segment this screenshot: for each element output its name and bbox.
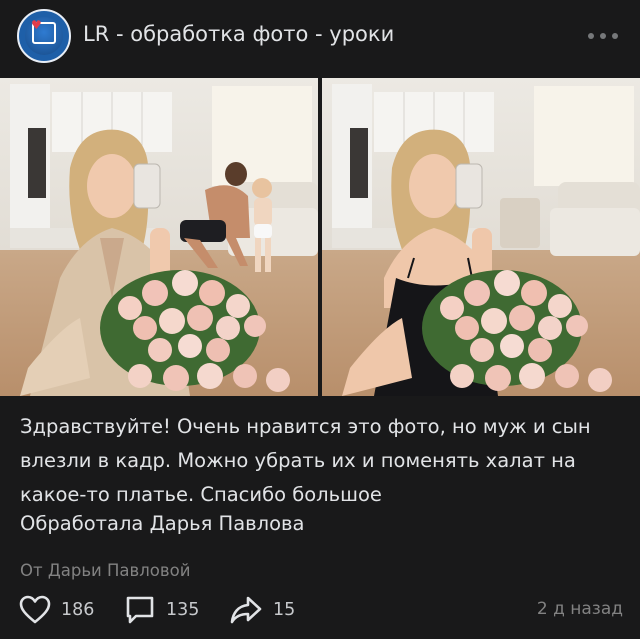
share-icon	[230, 596, 262, 624]
post-text: Здравствуйте! Очень нравится это фото, н…	[20, 415, 591, 506]
edited-by-line: Обработала Дарья Павлова	[20, 512, 305, 535]
group-name[interactable]: LR - обработка фото - уроки	[83, 22, 394, 46]
comment-icon	[126, 596, 154, 624]
post-time[interactable]: 2 д назад	[537, 599, 623, 619]
signed-by[interactable]: От Дарьи Павловой	[20, 561, 190, 580]
like-button[interactable]: 186	[19, 592, 94, 628]
heart-icon	[19, 595, 51, 624]
edited-photo[interactable]	[322, 78, 640, 396]
heart-icon: ♥	[31, 18, 42, 32]
more-options-icon[interactable]	[588, 33, 618, 39]
share-count: 15	[273, 600, 296, 620]
original-photo[interactable]	[0, 78, 318, 396]
group-avatar[interactable]: ♥	[17, 9, 71, 63]
share-button[interactable]: 15	[229, 592, 295, 628]
post-actions: 186 135 15 2 д назад	[0, 592, 640, 628]
comment-count: 135	[166, 600, 200, 620]
photo-gallery	[0, 78, 640, 396]
like-count: 186	[61, 600, 95, 620]
comment-button[interactable]: 135	[124, 592, 199, 628]
post-header: ♥ LR - обработка фото - уроки	[0, 0, 640, 72]
